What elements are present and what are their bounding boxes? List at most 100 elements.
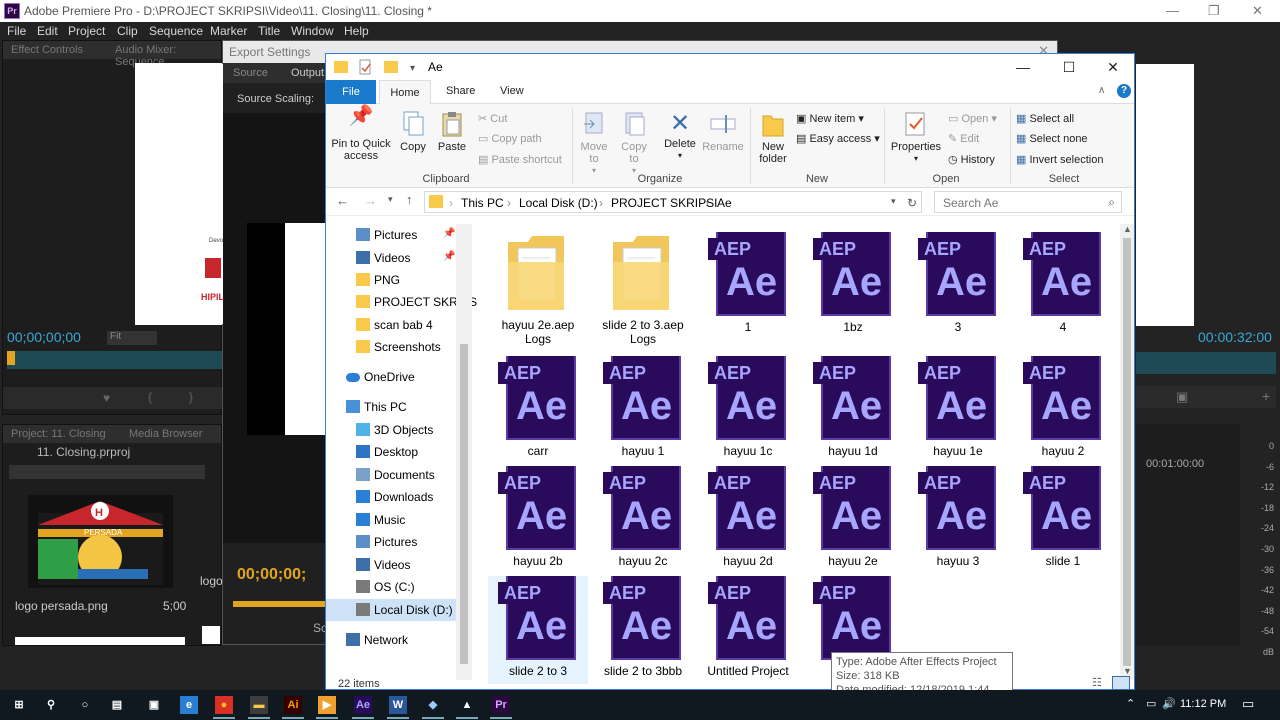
premiere-icon[interactable]: Pr [492, 696, 510, 714]
back-icon[interactable]: ← [336, 193, 349, 208]
copy-to-button[interactable]: Copy to ▾ [616, 110, 652, 177]
nav-item-documents[interactable]: Documents [326, 464, 458, 486]
out-point-icon[interactable]: } [189, 390, 193, 404]
nav-item-network[interactable]: Network [326, 629, 458, 651]
tab-output[interactable]: Output [291, 67, 324, 79]
file-item[interactable]: AEP Ae slide 2 to 3bbb [593, 576, 693, 686]
menu-project[interactable]: Project [68, 24, 105, 38]
nav-item-local-disk-d-[interactable]: Local Disk (D:) [326, 599, 458, 621]
media-icon[interactable]: ▶ [318, 696, 336, 714]
nav-item-onedrive[interactable]: OneDrive [326, 366, 458, 388]
paste-button[interactable]: Paste [434, 110, 470, 153]
ribbon-tab-view[interactable]: View [500, 85, 524, 97]
pin-quick-access-button[interactable]: 📌 Pin to Quick access [330, 106, 392, 162]
menu-clip[interactable]: Clip [117, 24, 138, 38]
file-item[interactable]: AEP Ae hayuu 2c [593, 466, 693, 576]
nav-item-videos[interactable]: Videos [326, 554, 458, 576]
restore-icon[interactable]: ❐ [1208, 3, 1220, 19]
clock[interactable]: 11:12 PM [1180, 698, 1226, 710]
ribbon-tab-home[interactable]: Home [379, 80, 431, 105]
tab-project[interactable]: Project: 11. Closing [11, 428, 106, 440]
large-icons-view-icon[interactable] [1112, 676, 1130, 690]
cortana-icon[interactable]: ○ [76, 696, 94, 714]
select-none-button[interactable]: ▦ Select none [1016, 132, 1088, 145]
invert-selection-button[interactable]: ▦ Invert selection [1016, 153, 1103, 166]
explorer-minimize-icon[interactable]: — [1000, 54, 1046, 80]
tab-media-browser[interactable]: Media Browser [129, 428, 202, 440]
file-item[interactable]: AEP Ae hayuu 3 [908, 466, 1008, 576]
file-item[interactable]: AEP Ae 3 [908, 232, 1008, 342]
nav-item-os-c-[interactable]: OS (C:) [326, 576, 458, 598]
file-item[interactable]: hayuu 2e.aep Logs [488, 232, 588, 346]
mini-timeline[interactable] [7, 351, 223, 369]
file-item[interactable]: AEP Ae hayuu 1e [908, 356, 1008, 466]
file-item[interactable]: AEP Ae hayuu 1 [593, 356, 693, 466]
breadcrumb-project-skripsi[interactable]: PROJECT SKRIPSI [611, 196, 717, 210]
clip-thumbnail[interactable]: H PERSADA [28, 495, 173, 588]
search-input[interactable]: Search Ae ⌕ [934, 191, 1122, 213]
breadcrumb-ae[interactable]: Ae [717, 196, 732, 210]
address-bar[interactable]: › This PC › Local Disk (D:) › PROJECT SK… [424, 191, 922, 213]
nav-item-scan-bab-4[interactable]: scan bab 4 [326, 314, 458, 336]
file-item[interactable]: slide 2 to 3.aep Logs [593, 232, 693, 346]
tab-effect-controls[interactable]: Effect Controls [11, 44, 83, 56]
store-icon[interactable]: ▣ [145, 696, 163, 714]
nav-item-3d-objects[interactable]: 3D Objects [326, 419, 458, 441]
nav-item-pictures[interactable]: Pictures 📌 [326, 224, 458, 246]
camera-icon[interactable]: ▣ [1176, 389, 1188, 405]
word-icon[interactable]: W [389, 696, 407, 714]
export-range-bar[interactable] [233, 601, 325, 607]
after-effects-icon[interactable]: Ae [354, 696, 372, 714]
marker-icon[interactable]: ♥ [103, 391, 110, 405]
up-icon[interactable]: ↑ [406, 192, 413, 207]
address-dropdown-icon[interactable]: ▾ [891, 196, 896, 207]
menu-title[interactable]: Title [258, 24, 280, 38]
search-icon[interactable]: ⚲ [42, 696, 60, 714]
playhead-icon[interactable] [7, 351, 15, 365]
tray-chevron-icon[interactable]: ⌃ [1126, 697, 1135, 710]
easy-access-button[interactable]: ▤ Easy access ▾ [796, 132, 880, 145]
notifications-icon[interactable]: ▭ [1242, 696, 1254, 712]
breadcrumb-local-disk[interactable]: Local Disk (D:) [519, 196, 598, 210]
history-button[interactable]: ◷ History [948, 153, 995, 166]
nav-item-this-pc[interactable]: This PC [326, 396, 458, 418]
ribbon-collapse-icon[interactable]: ∧ [1098, 85, 1105, 96]
menu-sequence[interactable]: Sequence [149, 24, 203, 38]
program-timeline-bar[interactable] [1136, 352, 1276, 374]
fit-dropdown[interactable]: Fit [107, 331, 157, 345]
illustrator-icon[interactable]: Ai [284, 696, 302, 714]
add-icon[interactable]: + [1262, 388, 1270, 404]
menu-window[interactable]: Window [291, 24, 334, 38]
file-item[interactable]: AEP Ae hayuu 2b [488, 466, 588, 576]
file-item[interactable]: AEP Ae hayuu 2 [1013, 356, 1113, 466]
project-search-input[interactable] [9, 465, 205, 479]
menu-marker[interactable]: Marker [210, 24, 247, 38]
nav-item-music[interactable]: Music [326, 509, 458, 531]
new-folder-button[interactable]: New folder [754, 110, 792, 165]
nav-item-project-skrips[interactable]: PROJECT SKRIPS [326, 291, 477, 313]
ribbon-tab-share[interactable]: Share [446, 85, 475, 97]
nav-item-pictures[interactable]: Pictures [326, 531, 458, 553]
file-item[interactable]: AEP Ae carr [488, 356, 588, 466]
file-item[interactable]: AEP Ae slide 2 to 3 [488, 576, 588, 684]
windows-start-icon[interactable]: ⊞ [10, 696, 28, 714]
app-icon[interactable]: ◆ [424, 696, 442, 714]
nav-scrollbar[interactable] [456, 224, 472, 680]
recent-locations-icon[interactable]: ▾ [388, 194, 393, 205]
details-view-icon[interactable]: ☷ [1092, 676, 1102, 689]
chrome-icon[interactable]: ● [215, 696, 233, 714]
nav-item-png[interactable]: PNG [326, 269, 458, 291]
in-point-icon[interactable]: { [148, 390, 152, 404]
file-item[interactable]: AEP Ae Untitled Project [698, 576, 798, 686]
select-all-button[interactable]: ▦ Select all [1016, 112, 1074, 125]
cut-button[interactable]: ✂ Cut [478, 112, 507, 125]
file-item[interactable]: AEP Ae hayuu 1d [803, 356, 903, 466]
minimize-icon[interactable]: — [1166, 3, 1179, 18]
close-icon[interactable]: ✕ [1252, 3, 1263, 19]
file-item[interactable]: AEP Ae 1bz [803, 232, 903, 342]
file-item[interactable]: AEP Ae hayuu 2e [803, 466, 903, 576]
file-item[interactable]: AEP Ae hayuu 2d [698, 466, 798, 576]
edit-button[interactable]: ✎ Edit [948, 132, 979, 145]
quick-access-toolbar-icon[interactable]: ▾ [334, 59, 424, 75]
network-tray-icon[interactable]: ▭ [1146, 697, 1156, 710]
